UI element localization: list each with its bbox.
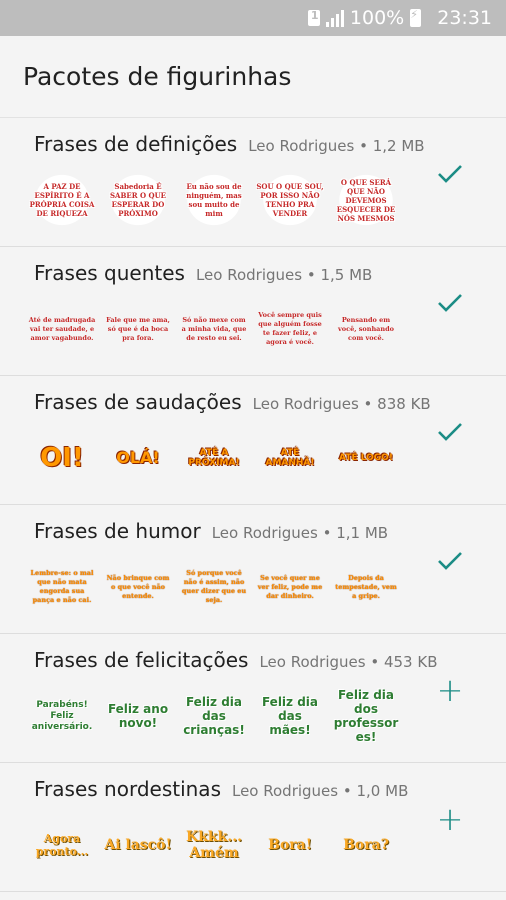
pack-author: Leo Rodrigues	[259, 653, 366, 671]
sticker-thumbnail: Feliz dia das mães!	[261, 695, 319, 737]
sticker-preview-row: OI! OLÁ! ATÉ A PRÓXIMA! ATÉ AMANHÃ! ATÉ LOGO…	[28, 422, 408, 494]
sticker-thumbnail: ATÉ LOGO!	[339, 453, 393, 463]
pack-title: Frases de definições	[34, 132, 238, 156]
sticker-thumbnail: Se você quer me ver feliz, pode me dar d…	[257, 573, 323, 600]
sticker-pack-item[interactable]: Frases quentes Leo Rodrigues • 1,5 MB Até …	[0, 247, 506, 376]
pack-author: Leo Rodrigues	[211, 524, 318, 542]
sticker-thumbnail: Só não mexe com a minha vida, que de res…	[181, 315, 247, 342]
add-pack-plus-icon[interactable]: +	[436, 803, 464, 835]
sticker-thumbnail: OI!	[40, 443, 84, 473]
pack-title: Frases de humor	[34, 519, 201, 543]
separator-dot: •	[317, 524, 337, 542]
pack-header: Frases quentes Leo Rodrigues • 1,5 MB	[34, 261, 372, 285]
sticker-thumbnail: A PAZ DE ESPÍRITO É A PRÓPRIA COISA DE R…	[28, 168, 96, 232]
sticker-thumbnail: Eu não sou de ninguém, mas sou muito de …	[180, 168, 248, 232]
battery-percentage: 100%	[349, 7, 405, 29]
sticker-thumbnail: ATÉ AMANHÃ!	[265, 448, 315, 468]
sim-card-icon	[307, 9, 320, 26]
sticker-thumbnail: Agora pronto...	[35, 832, 89, 858]
pack-size: 1,0 MB	[356, 782, 409, 800]
status-bar: 100% 23:31	[0, 0, 506, 36]
sticker-thumbnail: Bora?	[343, 837, 389, 853]
sticker-thumbnail: Kkkk... Amém	[186, 829, 242, 861]
sticker-thumbnail: SOU O QUE SOU, POR ISSO NÃO TENHO PRA VE…	[256, 168, 324, 232]
sticker-preview-row: Agora pronto... Ai lascô! Kkkk... Amém Bora…	[28, 809, 408, 881]
separator-dot: •	[302, 266, 321, 284]
pack-header: Frases de felicitações Leo Rodrigues • 45…	[34, 648, 438, 672]
pack-title: Frases quentes	[34, 261, 185, 285]
signal-icon	[325, 9, 344, 27]
add-pack-plus-icon[interactable]: +	[436, 674, 464, 706]
sticker-pack-item[interactable]: Frases nordestinas Leo Rodrigues • 1,0 MB…	[0, 763, 506, 892]
pack-title: Frases nordestinas	[34, 777, 221, 801]
pack-size: 1,5 MB	[320, 266, 373, 284]
pack-header: Frases nordestinas Leo Rodrigues • 1,0 MB	[34, 777, 408, 801]
sticker-thumbnail: Parabéns! Feliz aniversário.	[31, 699, 93, 732]
sticker-pack-list: Frases de definições Leo Rodrigues • 1,2 …	[0, 118, 506, 892]
pack-author: Leo Rodrigues	[248, 137, 355, 155]
pack-size: 1,2 MB	[372, 137, 425, 155]
pack-author-size: Leo Rodrigues • 1,0 MB	[232, 782, 408, 800]
sticker-preview-row: A PAZ DE ESPÍRITO É A PRÓPRIA COISA DE R…	[28, 164, 408, 236]
sticker-thumbnail: Depois da tempestade, vem a gripe.	[335, 573, 397, 600]
installed-check-icon[interactable]	[436, 547, 464, 575]
pack-author-size: Leo Rodrigues • 453 KB	[259, 653, 437, 671]
page-title: Pacotes de figurinhas	[23, 62, 292, 91]
sticker-thumbnail: Só porque você não é assim, não quer diz…	[181, 569, 247, 604]
pack-author: Leo Rodrigues	[231, 782, 339, 800]
pack-header: Frases de saudações Leo Rodrigues • 838 K…	[34, 390, 431, 414]
pack-author: Leo Rodrigues	[252, 395, 359, 413]
sticker-preview-row: Lembre-se: o mal que não mata engorda su…	[28, 551, 408, 623]
separator-dot: •	[354, 137, 373, 155]
sticker-thumbnail: Fale que me ama, só que é da boca pra fo…	[106, 315, 170, 342]
sticker-thumbnail: Pensando em você, sonhando com você.	[338, 315, 394, 342]
pack-header: Frases de humor Leo Rodrigues • 1,1 MB	[34, 519, 388, 543]
sticker-thumbnail: Sabedoria É SABER O QUE ESPERAR DO PRÓXI…	[104, 168, 172, 232]
sticker-thumbnail: Ai lascô!	[104, 837, 172, 853]
sticker-thumbnail: Você sempre quis que alguém fosse te faz…	[258, 311, 322, 346]
sticker-pack-item[interactable]: Frases de saudações Leo Rodrigues • 838 K…	[0, 376, 506, 505]
separator-dot: •	[365, 653, 384, 671]
battery-charging-icon	[410, 8, 422, 27]
sticker-pack-item[interactable]: Frases de humor Leo Rodrigues • 1,1 MB Lem…	[0, 505, 506, 634]
pack-author: Leo Rodrigues	[195, 266, 303, 284]
sticker-preview-row: Até de madrugada vai ter saudade, e amor…	[28, 293, 408, 365]
pack-author-size: Leo Rodrigues • 838 KB	[253, 395, 431, 413]
sticker-thumbnail: Feliz dia dos professores!	[333, 688, 399, 744]
sticker-thumbnail: Feliz dia das crianças!	[183, 695, 245, 737]
pack-header: Frases de definições Leo Rodrigues • 1,2 …	[34, 132, 425, 156]
pack-author-size: Leo Rodrigues • 1,5 MB	[196, 266, 372, 284]
sticker-thumbnail: Até de madrugada vai ter saudade, e amor…	[28, 315, 96, 342]
separator-dot: •	[358, 395, 378, 413]
pack-size: 453 KB	[383, 653, 438, 671]
pack-size: 838 KB	[377, 395, 431, 413]
sticker-thumbnail: Lembre-se: o mal que não mata engorda su…	[30, 569, 94, 604]
sticker-thumbnail: Feliz ano novo!	[107, 702, 169, 730]
installed-check-icon[interactable]	[436, 289, 464, 317]
sticker-thumbnail: ATÉ A PRÓXIMA!	[188, 448, 240, 468]
clock: 23:31	[437, 7, 492, 29]
pack-author-size: Leo Rodrigues • 1,2 MB	[248, 137, 424, 155]
pack-size: 1,1 MB	[336, 524, 389, 542]
installed-check-icon[interactable]	[436, 418, 464, 446]
pack-title: Frases de felicitações	[34, 648, 249, 672]
sticker-thumbnail: OLÁ!	[116, 448, 160, 467]
separator-dot: •	[338, 782, 357, 800]
pack-title: Frases de saudações	[34, 390, 242, 414]
sticker-pack-item[interactable]: Frases de felicitações Leo Rodrigues • 45…	[0, 634, 506, 763]
app-bar: Pacotes de figurinhas	[0, 36, 506, 118]
sticker-thumbnail: O QUE SERÁ QUE NÃO DEVEMOS ESQUECER DE N…	[332, 168, 400, 232]
sticker-preview-row: Parabéns! Feliz aniversário. Feliz ano no…	[28, 680, 408, 752]
pack-author-size: Leo Rodrigues • 1,1 MB	[212, 524, 388, 542]
installed-check-icon[interactable]	[436, 160, 464, 188]
sticker-thumbnail: Bora!	[268, 837, 312, 853]
sticker-pack-item[interactable]: Frases de definições Leo Rodrigues • 1,2 …	[0, 118, 506, 247]
sticker-thumbnail: Não brinque com o que você não entende.	[106, 573, 170, 600]
